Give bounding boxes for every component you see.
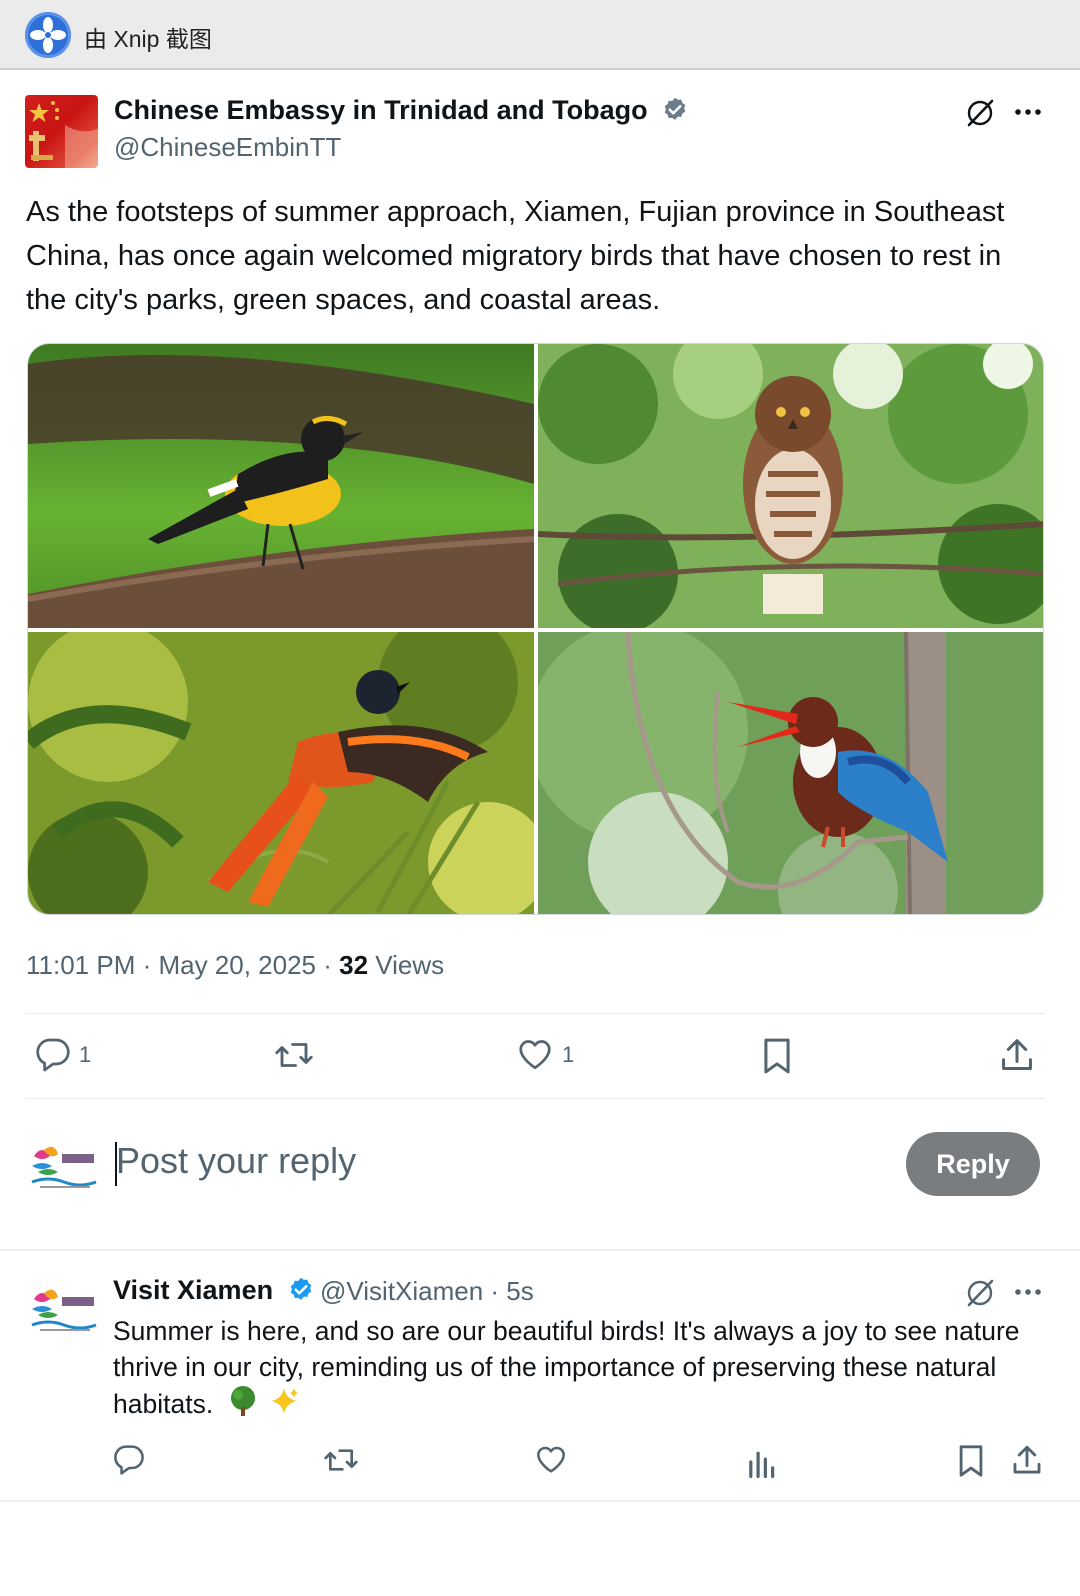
grok-icon[interactable] [964, 97, 996, 129]
more-options-icon[interactable] [1013, 97, 1043, 127]
reply-button[interactable]: Reply [906, 1132, 1040, 1196]
sparkles-emoji [270, 1388, 298, 1414]
author-name[interactable]: Chinese Embassy in Trinidad and Tobago [114, 95, 689, 126]
xnip-logo-icon [25, 12, 71, 58]
reply-action[interactable]: 1 [35, 1037, 91, 1073]
reply-author-handle[interactable]: @VisitXiamen · 5s [320, 1276, 534, 1307]
like-action[interactable] [534, 1444, 568, 1476]
media-grid[interactable] [27, 343, 1044, 915]
divider [26, 1013, 1045, 1014]
media-photo-1[interactable] [28, 344, 534, 628]
reply-author-name-text[interactable]: Visit Xiamen [113, 1275, 273, 1305]
reply-count: 1 [79, 1042, 92, 1067]
tweet-text: As the footsteps of summer approach, Xia… [26, 196, 1005, 316]
analytics-action[interactable] [746, 1446, 776, 1478]
kingfisher-photo [538, 632, 1043, 914]
like-action[interactable]: 1 [516, 1037, 574, 1073]
more-options-icon[interactable] [1013, 1277, 1043, 1307]
reply-author-name[interactable]: Visit Xiamen [113, 1275, 315, 1306]
reply-icon [36, 1038, 70, 1072]
views-count: 32 [339, 950, 369, 980]
heart-icon [519, 1040, 551, 1070]
share-action[interactable] [1010, 1443, 1044, 1477]
orange-minivet-photo [28, 632, 534, 914]
yellow-black-flycatcher-photo [28, 344, 534, 628]
bookmark-action[interactable] [956, 1444, 986, 1478]
share-icon [1002, 1039, 1032, 1070]
like-count: 1 [562, 1042, 575, 1067]
tweet-meta: 11:01 PM · May 20, 2025 · 32 Views [26, 950, 444, 981]
bookmark-icon [959, 1445, 983, 1477]
author-avatar[interactable] [25, 95, 98, 168]
repost-icon [275, 1043, 313, 1067]
repost-icon [324, 1449, 358, 1471]
media-photo-4[interactable] [538, 632, 1043, 914]
heart-icon [537, 1446, 565, 1473]
reply-text-block: Summer is here, and so are our beautiful… [113, 1313, 1058, 1422]
share-icon [1013, 1445, 1041, 1474]
bookmark-icon [764, 1038, 790, 1074]
media-photo-2[interactable] [538, 344, 1043, 628]
author-handle[interactable]: @ChineseEmbinTT [114, 132, 341, 163]
verified-badge-icon [290, 1277, 311, 1300]
author-name-text[interactable]: Chinese Embassy in Trinidad and Tobago [114, 95, 648, 125]
capture-bar: 由 Xnip 截图 [0, 0, 1080, 70]
grok-icon[interactable] [964, 1277, 996, 1309]
media-photo-3[interactable] [28, 632, 534, 914]
reply-action[interactable] [113, 1444, 145, 1476]
visit-xiamen-avatar-icon[interactable] [30, 1142, 98, 1192]
section-divider [0, 1249, 1080, 1251]
share-action[interactable] [998, 1036, 1036, 1074]
repost-action[interactable] [323, 1444, 359, 1476]
divider [26, 1098, 1045, 1099]
capture-label: 由 Xnip 截图 [84, 26, 212, 52]
reply-input[interactable]: Post your reply [116, 1140, 356, 1182]
views-label: Views [368, 950, 445, 980]
reply-icon [114, 1445, 144, 1475]
tree-emoji [230, 1386, 255, 1416]
verified-badge-icon [664, 97, 686, 120]
section-divider [0, 1500, 1080, 1502]
repost-action[interactable] [274, 1037, 314, 1073]
brown-owl-photo [538, 344, 1043, 628]
tweet-timestamp[interactable]: 11:01 PM · May 20, 2025 · [26, 950, 339, 980]
analytics-icon [749, 1451, 775, 1478]
visit-xiamen-avatar-icon[interactable] [30, 1285, 98, 1335]
bookmark-action[interactable] [760, 1037, 794, 1075]
